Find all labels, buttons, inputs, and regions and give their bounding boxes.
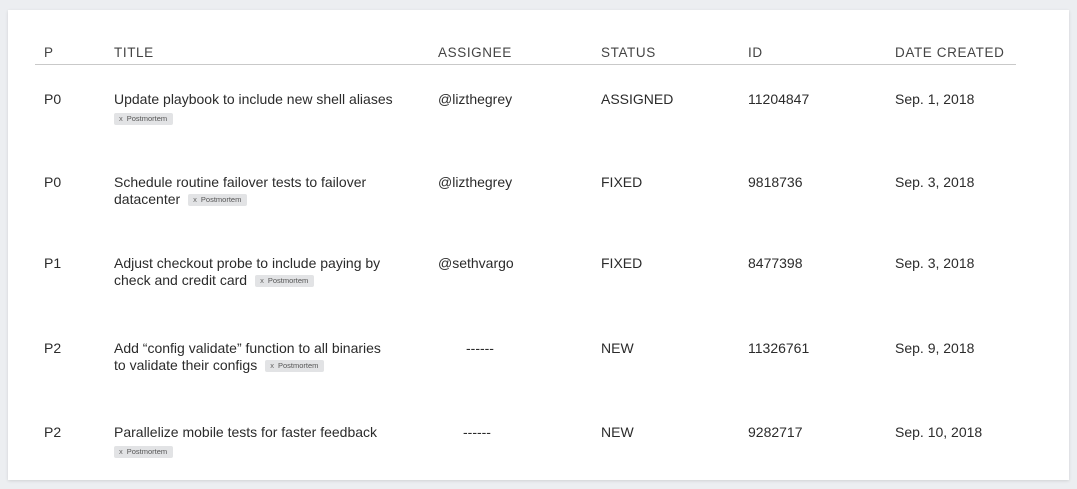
title-text-continued: to validate their configs — [114, 357, 258, 373]
title-text-continued: datacenter — [114, 191, 181, 207]
column-header-title[interactable]: TITLE — [114, 45, 154, 60]
postmortem-tag[interactable]: x Postmortem — [114, 113, 174, 126]
id-cell[interactable]: 11204847 — [748, 91, 809, 108]
column-header-priority[interactable]: P — [44, 45, 54, 60]
postmortem-tag[interactable]: x Postmortem — [188, 194, 248, 207]
priority-cell: P0 — [44, 91, 62, 107]
postmortem-tag[interactable]: x Postmortem — [255, 275, 315, 288]
date-cell: Sep. 10, 2018 — [895, 424, 983, 440]
status-cell: NEW — [601, 340, 634, 356]
issues-table-card: P TITLE ASSIGNEE STATUS ID DATE CREATED … — [8, 10, 1069, 480]
postmortem-tag[interactable]: x Postmortem — [265, 360, 325, 373]
id-cell[interactable]: 9282717 — [748, 424, 803, 441]
title-cell[interactable]: Update playbook to include new shell ali… — [114, 91, 404, 127]
title-cell[interactable]: Add “config validate” function to all bi… — [114, 340, 404, 374]
header-divider — [35, 64, 1016, 65]
assignee-cell[interactable]: @sethvargo — [438, 255, 514, 272]
title-cell[interactable]: Adjust checkout probe to include paying … — [114, 255, 404, 289]
title-text: Parallelize mobile tests for faster feed… — [114, 424, 378, 440]
date-cell: Sep. 3, 2018 — [895, 255, 975, 271]
remove-tag-icon[interactable]: x — [270, 361, 274, 370]
title-text: Adjust checkout probe to include paying … — [114, 255, 381, 271]
date-cell: Sep. 1, 2018 — [895, 91, 975, 107]
title-text: Schedule routine failover tests to failo… — [114, 174, 367, 190]
status-cell: NEW — [601, 424, 634, 440]
assignee-cell[interactable]: ------ — [466, 340, 494, 357]
status-cell: FIXED — [601, 255, 643, 271]
tag-label: Postmortem — [126, 447, 168, 457]
tag-label: Postmortem — [126, 114, 168, 124]
assignee-cell[interactable]: @lizthegrey — [438, 91, 512, 108]
priority-cell: P2 — [44, 424, 62, 440]
id-cell[interactable]: 11326761 — [748, 340, 809, 357]
tag-label: Postmortem — [267, 276, 309, 286]
title-cell[interactable]: Parallelize mobile tests for faster feed… — [114, 424, 404, 460]
title-text: Add “config validate” function to all bi… — [114, 340, 381, 356]
id-cell[interactable]: 9818736 — [748, 174, 803, 191]
assignee-cell[interactable]: ------ — [463, 424, 491, 441]
status-cell: ASSIGNED — [601, 91, 674, 107]
remove-tag-icon[interactable]: x — [260, 276, 264, 285]
tag-label: Postmortem — [277, 361, 319, 371]
priority-cell: P2 — [44, 340, 62, 356]
status-cell: FIXED — [601, 174, 643, 190]
remove-tag-icon[interactable]: x — [119, 114, 123, 123]
id-cell[interactable]: 8477398 — [748, 255, 803, 272]
title-text: Update playbook to include new shell ali… — [114, 91, 393, 107]
column-header-id[interactable]: ID — [748, 45, 763, 60]
column-header-assignee[interactable]: ASSIGNEE — [438, 45, 512, 60]
tag-label: Postmortem — [200, 195, 242, 205]
title-text-continued: check and credit card — [114, 272, 248, 288]
column-header-status[interactable]: STATUS — [601, 45, 656, 60]
assignee-cell[interactable]: @lizthegrey — [438, 174, 512, 191]
postmortem-tag[interactable]: x Postmortem — [114, 446, 174, 459]
title-cell[interactable]: Schedule routine failover tests to failo… — [114, 174, 404, 208]
priority-cell: P1 — [44, 255, 62, 271]
column-header-date-created[interactable]: DATE CREATED — [895, 45, 1004, 60]
remove-tag-icon[interactable]: x — [193, 195, 197, 204]
date-cell: Sep. 9, 2018 — [895, 340, 975, 356]
date-cell: Sep. 3, 2018 — [895, 174, 975, 190]
remove-tag-icon[interactable]: x — [119, 447, 123, 456]
priority-cell: P0 — [44, 174, 62, 190]
